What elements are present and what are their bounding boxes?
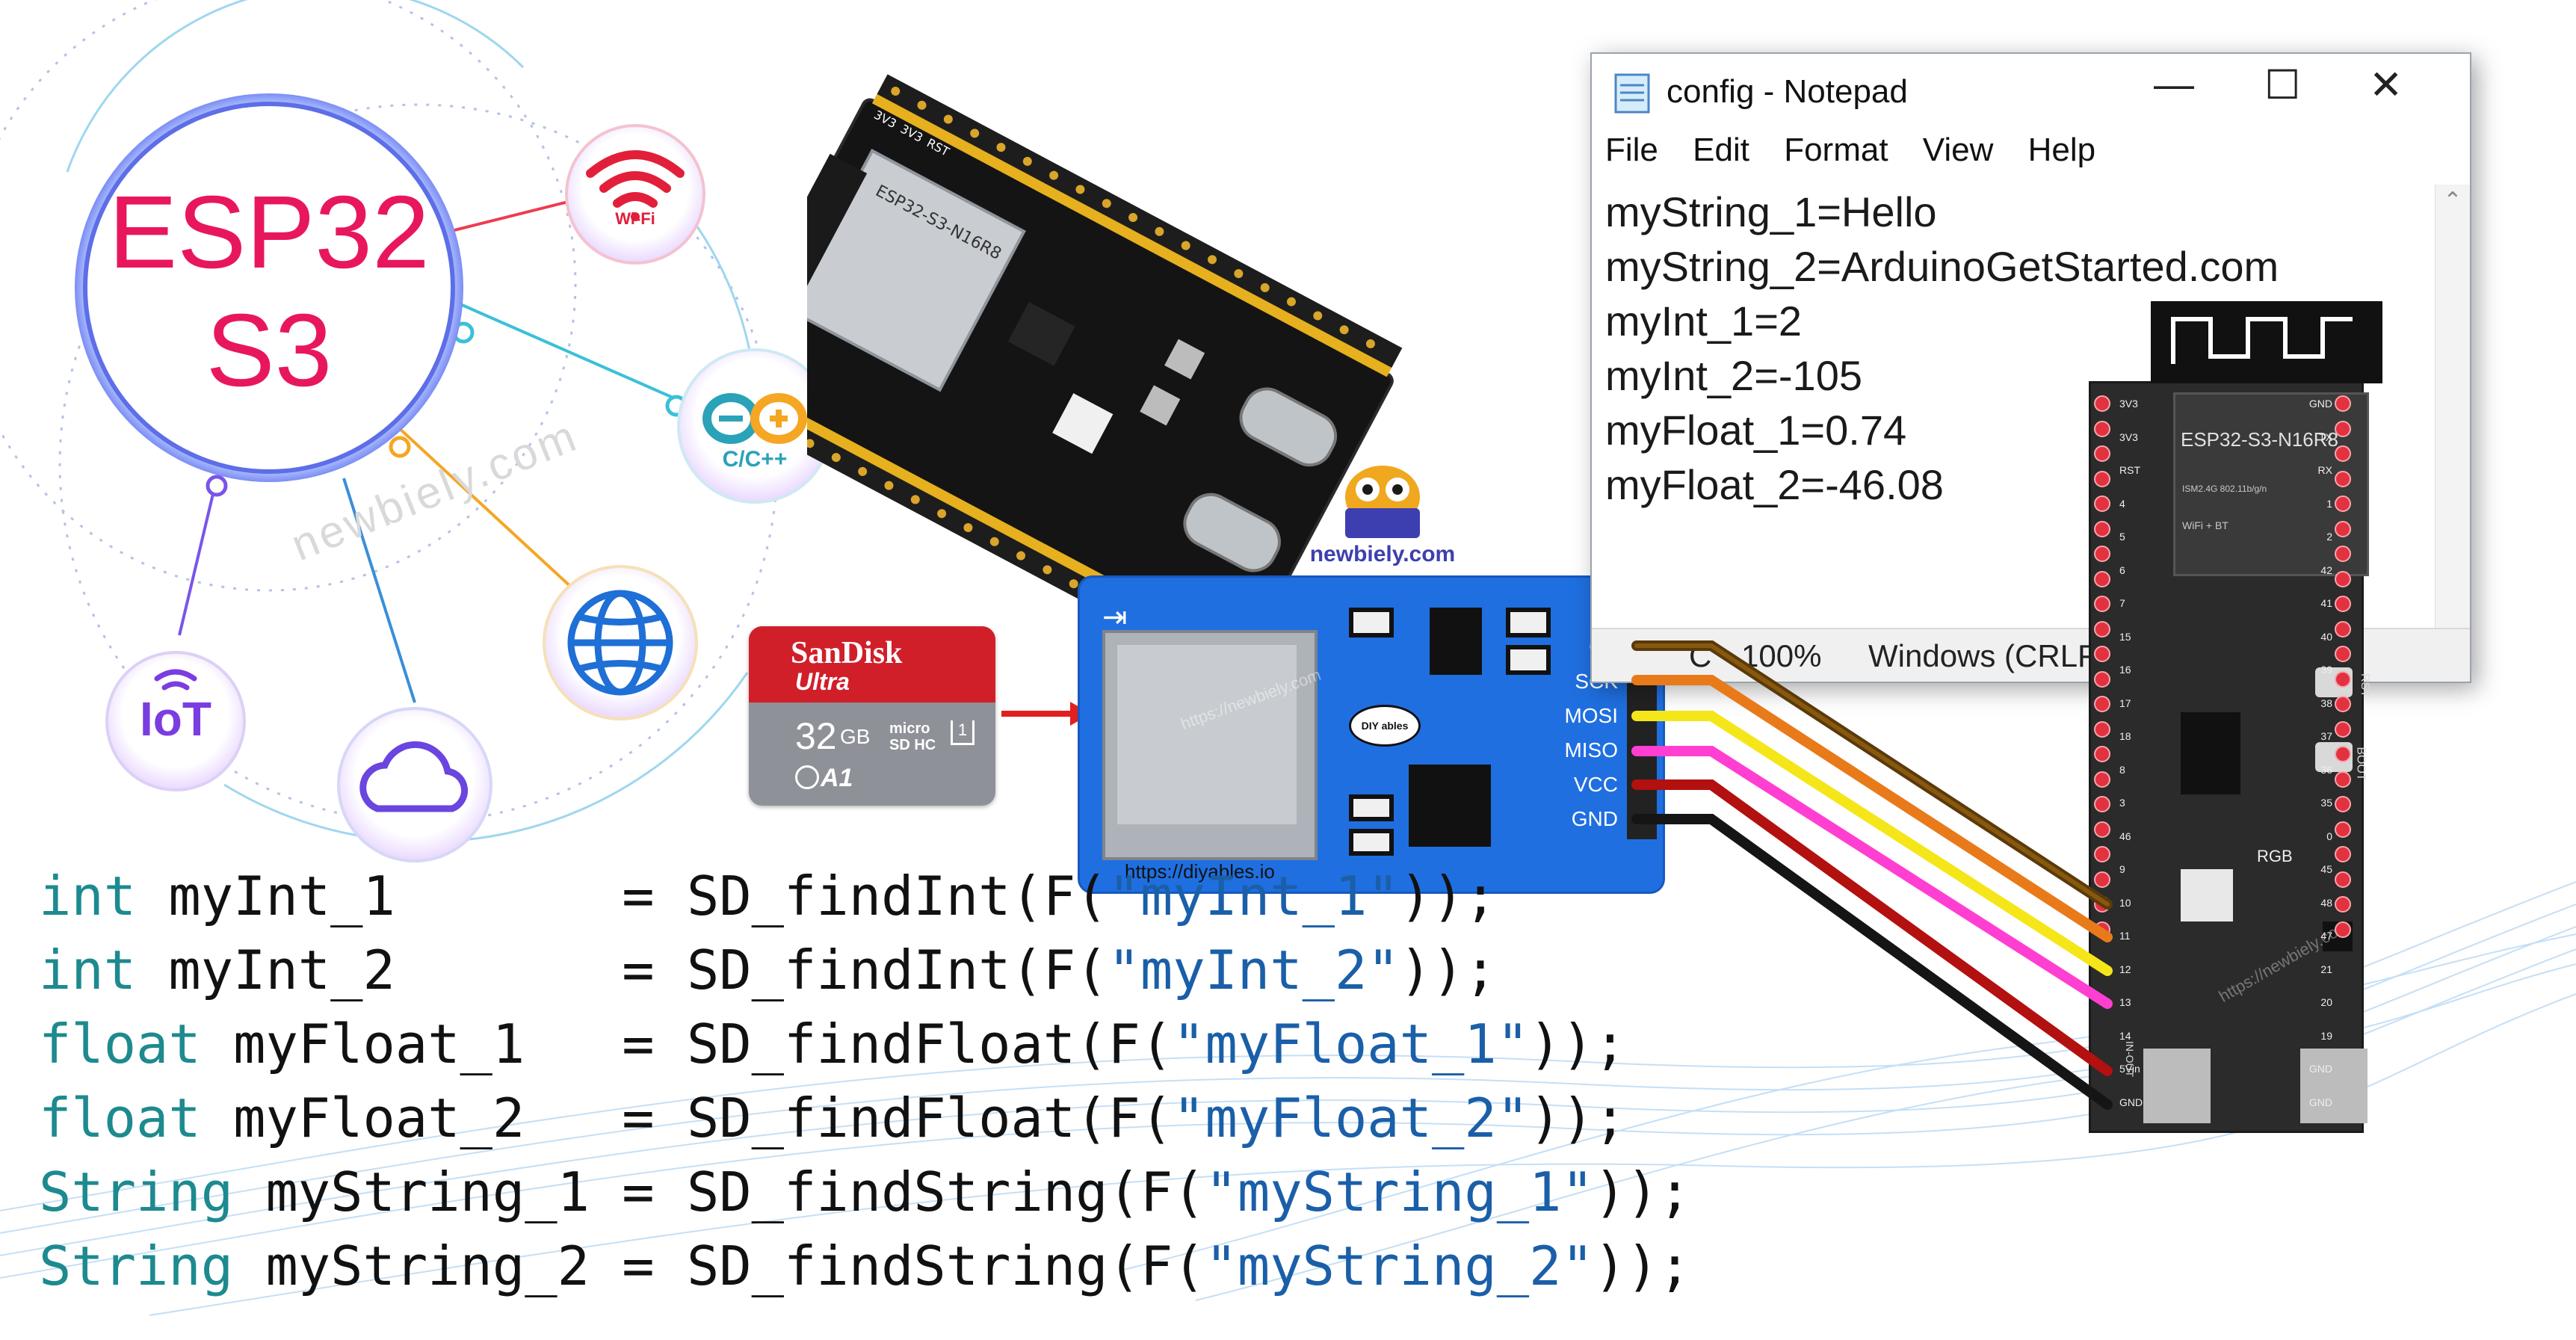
code-line: int myInt_1 = SD_findInt(F("myInt_1")); [39,865,1497,927]
code-key: "myString_1" [1205,1161,1594,1223]
code-fn: SD_findInt [686,865,1011,927]
code-fn: SD_findInt [686,939,1011,1001]
code-var: myString_1 [265,1161,623,1223]
code-type: float [39,1087,201,1149]
code-key: "myFloat_1" [1173,1013,1530,1075]
code-fn: SD_findString [686,1161,1108,1223]
code-line: String myString_1 = SD_findString(F("myS… [39,1161,1691,1223]
code-line: int myInt_2 = SD_findInt(F("myInt_2")); [39,939,1497,1001]
code-block: int myInt_1 = SD_findInt(F("myInt_1")); i… [39,859,1691,1303]
code-type: String [39,1161,234,1223]
code-line: String myString_2 = SD_findString(F("myS… [39,1235,1691,1297]
code-var: myFloat_1 [233,1013,623,1075]
code-fn: SD_findFloat [686,1087,1076,1149]
code-key: "myFloat_2" [1173,1087,1530,1149]
code-var: myString_2 [265,1235,623,1297]
code-var: myFloat_2 [233,1087,623,1149]
code-key: "myInt_2" [1108,939,1400,1001]
code-type: float [39,1013,201,1075]
code-key: "myInt_1" [1108,865,1400,927]
code-fn: SD_findString [686,1235,1108,1297]
code-type: int [39,865,137,927]
diagram-stage: ESP32 S3 Wi-Fi C/C++ IoT newbiely.com ES… [0,0,2576,1340]
code-type: String [39,1235,234,1297]
code-fn: SD_findFloat [686,1013,1076,1075]
code-type: int [39,939,137,1001]
code-var: myInt_2 [168,939,623,1001]
code-var: myInt_1 [168,865,623,927]
code-key: "myString_2" [1205,1235,1594,1297]
code-line: float myFloat_1 = SD_findFloat(F("myFloa… [39,1013,1627,1075]
code-line: float myFloat_2 = SD_findFloat(F("myFloa… [39,1087,1627,1149]
